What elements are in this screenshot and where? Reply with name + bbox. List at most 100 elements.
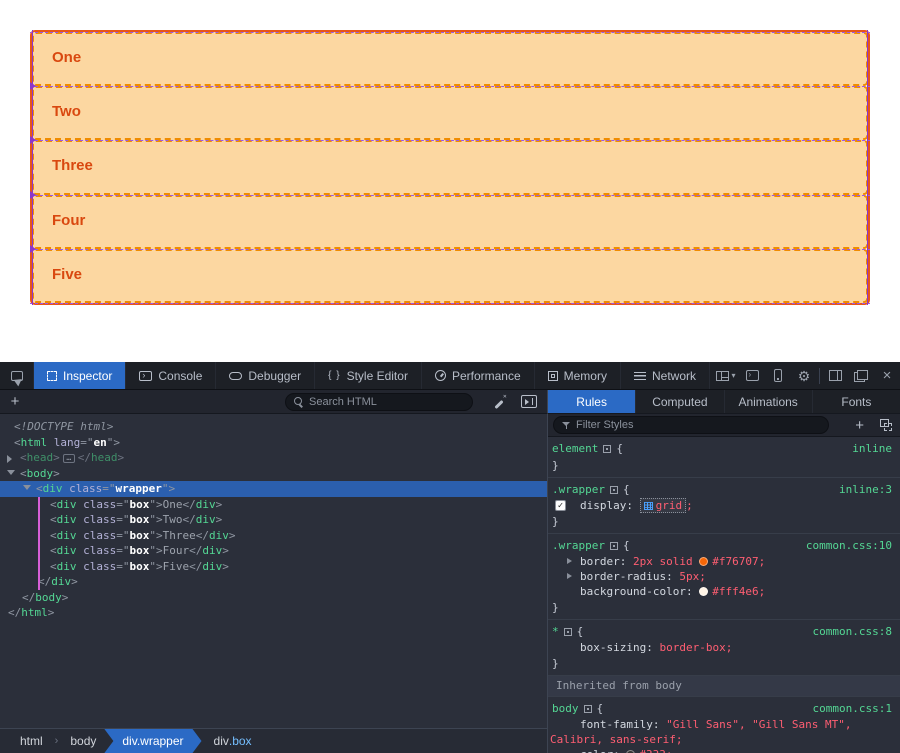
split-console-button[interactable]	[739, 362, 765, 389]
ellipsis-badge[interactable]: …	[63, 454, 75, 463]
eyedropper-icon[interactable]	[493, 395, 507, 409]
collapse-arrow-icon[interactable]	[23, 485, 31, 490]
rule-source-link[interactable]: common.css:10	[806, 538, 892, 553]
markup-view: <!DOCTYPE html><html lang="en"><head>…</…	[0, 414, 548, 728]
markup-line[interactable]: <div class="box">Three</div>	[0, 528, 547, 544]
code-token: <	[20, 451, 27, 464]
selector-highlighter-icon[interactable]	[610, 542, 618, 550]
rule-source-link[interactable]: inline:3	[839, 482, 892, 497]
rulers-icon[interactable]	[521, 395, 537, 408]
css-declaration[interactable]: ✓display: grid;	[548, 498, 900, 513]
collapse-arrow-icon[interactable]	[7, 470, 15, 475]
breadcrumb-div-box[interactable]: div.box	[202, 729, 264, 753]
pick-element-button[interactable]	[0, 362, 34, 389]
css-declaration[interactable]: color: #333;	[548, 747, 900, 753]
tab-animations[interactable]: Animations	[725, 390, 813, 413]
rule-source-link[interactable]: common.css:8	[813, 624, 892, 639]
property-name[interactable]: display:	[580, 499, 640, 512]
selector-highlighter-icon[interactable]	[584, 705, 592, 713]
css-declaration[interactable]: background-color: #fff4e6;	[548, 584, 900, 599]
markup-line[interactable]: </html>	[0, 605, 547, 621]
tab-memory[interactable]: Memory	[535, 362, 621, 389]
markup-line[interactable]: <div class="box">Five</div>	[0, 559, 547, 575]
css-declaration[interactable]: border-radius: 5px;	[548, 569, 900, 584]
markup-line[interactable]: </body>	[0, 590, 547, 606]
markup-line[interactable]: <html lang="en">	[0, 435, 547, 451]
dock-to-side-button[interactable]	[822, 362, 848, 389]
tab-rules[interactable]: Rules	[548, 390, 636, 413]
expand-declaration-icon[interactable]	[567, 558, 572, 564]
property-value[interactable]: 5px	[679, 570, 699, 583]
rule-source-link[interactable]: inline	[852, 441, 892, 456]
search-html-input[interactable]: Search HTML	[285, 393, 473, 411]
tab-fonts[interactable]: Fonts	[813, 390, 900, 413]
css-declaration[interactable]: box-sizing: border-box;	[548, 640, 900, 655]
add-node-button[interactable]: +	[0, 393, 30, 410]
property-name[interactable]: box-sizing:	[580, 641, 659, 654]
tab-computed[interactable]: Computed	[636, 390, 724, 413]
tab-network[interactable]: Network	[621, 362, 710, 389]
markup-line[interactable]: <body>	[0, 466, 547, 482]
grid-box[interactable]: Two	[32, 86, 868, 140]
rule-source-link[interactable]: common.css:1	[813, 701, 892, 716]
grid-icon[interactable]	[644, 502, 653, 510]
color-swatch[interactable]	[699, 587, 708, 596]
rule-selector[interactable]: body	[552, 702, 579, 715]
markup-line[interactable]: </div>	[0, 574, 547, 590]
property-value[interactable]: #f76707	[712, 555, 758, 568]
code-token: <!DOCTYPE html>	[14, 420, 113, 433]
markup-line[interactable]: <div class="box">Two</div>	[0, 512, 547, 528]
selector-highlighter-icon[interactable]	[603, 445, 611, 453]
rule-selector[interactable]: .wrapper	[552, 483, 605, 496]
css-declaration[interactable]: font-family: "Gill Sans", "Gill Sans MT"…	[548, 717, 900, 747]
property-value[interactable]: #333	[639, 748, 666, 753]
settings-button[interactable]: ⚙	[791, 362, 817, 389]
breadcrumb-div-wrapper[interactable]: div.wrapper	[104, 729, 201, 753]
rule-selector[interactable]: *	[552, 625, 559, 638]
pseudo-class-icon[interactable]	[880, 419, 892, 431]
expand-declaration-icon[interactable]	[567, 573, 572, 579]
selector-highlighter-icon[interactable]	[610, 486, 618, 494]
markup-line[interactable]: <div class="box">One</div>	[0, 497, 547, 513]
selector-highlighter-icon[interactable]	[564, 628, 572, 636]
property-value[interactable]: border-box	[659, 641, 725, 654]
property-name[interactable]: font-family:	[580, 718, 666, 731]
property-name[interactable]: background-color:	[580, 585, 699, 598]
tab-style-editor[interactable]: { } Style Editor	[315, 362, 422, 389]
markup-line[interactable]: <!DOCTYPE html>	[0, 419, 547, 435]
grid-box[interactable]: One	[32, 32, 868, 86]
tab-debugger[interactable]: Debugger	[216, 362, 315, 389]
color-swatch[interactable]	[699, 557, 708, 566]
separate-window-button[interactable]	[848, 362, 874, 389]
markup-line-selected[interactable]: <div class="wrapper">	[0, 481, 547, 497]
close-devtools-button[interactable]: ×	[874, 362, 900, 389]
property-value[interactable]: 2px solid	[633, 555, 699, 568]
grid-box[interactable]: Four	[32, 195, 868, 249]
property-value[interactable]: #fff4e6	[712, 585, 758, 598]
expand-arrow-icon[interactable]	[7, 455, 12, 463]
grid-box[interactable]: Three	[32, 140, 868, 194]
tab-console[interactable]: Console	[126, 362, 216, 389]
breadcrumb-body[interactable]: body	[58, 729, 108, 753]
markup-line-content: <html lang="en">	[0, 435, 120, 451]
markup-line-content: </body>	[0, 590, 68, 606]
filter-styles-input[interactable]: Filter Styles	[553, 416, 829, 434]
grid-value-chip[interactable]: grid	[640, 498, 687, 513]
markup-line[interactable]: <head>…</head>	[0, 450, 547, 466]
breadcrumb-html[interactable]: html	[0, 729, 55, 753]
property-name[interactable]: color:	[580, 748, 626, 753]
tab-inspector[interactable]: Inspector	[34, 362, 126, 389]
grid-box[interactable]: Five	[32, 249, 868, 303]
css-declaration[interactable]: border: 2px solid #f76707;	[548, 554, 900, 569]
property-value[interactable]: grid	[656, 499, 683, 512]
property-name[interactable]: border:	[580, 555, 633, 568]
tab-performance[interactable]: Performance	[422, 362, 535, 389]
declaration-checkbox[interactable]: ✓	[555, 500, 566, 511]
device-button[interactable]	[765, 362, 791, 389]
rule-selector[interactable]: .wrapper	[552, 539, 605, 552]
responsive-design-mode-button[interactable]: ▾	[713, 362, 739, 389]
markup-line[interactable]: <div class="box">Four</div>	[0, 543, 547, 559]
property-name[interactable]: border-radius:	[580, 570, 679, 583]
add-rule-icon[interactable]: +	[855, 417, 864, 434]
rule-selector[interactable]: element	[552, 442, 598, 455]
